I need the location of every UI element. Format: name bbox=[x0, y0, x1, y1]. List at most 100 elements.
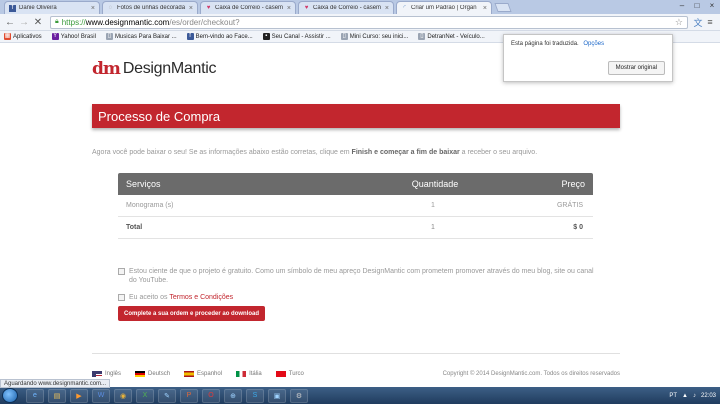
table-header: Serviços Quantidade Preço bbox=[118, 173, 593, 195]
designmantic-logo[interactable]: dm DesignMantic bbox=[92, 59, 217, 79]
tab-label: Caixa de Correio - casem bbox=[313, 5, 382, 11]
close-window-icon[interactable]: × bbox=[706, 1, 718, 10]
free-project-checkbox-row: Estou ciente de que o projeto é gratuito… bbox=[118, 267, 599, 285]
order-table: Serviços Quantidade Preço Monograma (s) … bbox=[118, 173, 593, 239]
fotos-icon: ◌ bbox=[108, 4, 113, 11]
ie-icon[interactable]: e bbox=[26, 388, 44, 403]
network-icon[interactable]: ⊕ bbox=[224, 388, 242, 403]
explorer-icon[interactable]: ▤ bbox=[48, 388, 66, 403]
excel-icon[interactable]: X bbox=[136, 388, 154, 403]
clock[interactable]: 22:03 bbox=[701, 393, 716, 399]
lang-deutsch[interactable]: Deutsch bbox=[135, 371, 170, 377]
word-icon[interactable]: W bbox=[92, 388, 110, 403]
bookmark-detran[interactable]: ▯ DetranNet - Veículo... bbox=[418, 33, 485, 40]
lang-italia[interactable]: Itália bbox=[236, 371, 262, 377]
tray-arrow-icon[interactable]: ▲ bbox=[682, 393, 688, 399]
browser-tab-active[interactable]: ◜ Criar um Padrão | Organ × bbox=[396, 1, 492, 14]
media-player-icon[interactable]: ▶ bbox=[70, 388, 88, 403]
bookmark-label: Yahoo! Brasil bbox=[60, 33, 96, 40]
language-indicator[interactable]: PT bbox=[669, 393, 677, 399]
bookmark-label: Bem-vindo ao Face... bbox=[195, 33, 253, 40]
lock-icon: 🔒︎ bbox=[55, 18, 59, 25]
address-bar[interactable]: 🔒︎ https://www.designmantic.com/es/order… bbox=[50, 15, 688, 29]
browser-tab-1[interactable]: f Danie Oliveira × bbox=[4, 1, 100, 14]
translate-options-link[interactable]: Opções bbox=[583, 41, 604, 47]
page-icon: ▯ bbox=[105, 33, 113, 40]
start-button[interactable] bbox=[2, 388, 18, 403]
lang-label: Inglês bbox=[105, 371, 122, 377]
free-project-checkbox[interactable] bbox=[118, 268, 125, 275]
close-icon[interactable]: × bbox=[385, 5, 389, 12]
browser-tab-2[interactable]: ◌ Fotos de unhas decorada × bbox=[102, 1, 198, 14]
close-icon[interactable]: × bbox=[91, 5, 95, 12]
browser-tab-3[interactable]: ♥ Caixa de Correio - casem × bbox=[200, 1, 296, 14]
bookmark-mini-curso[interactable]: ▯ Mini Curso: seu inici... bbox=[340, 33, 408, 40]
page-title-banner: Processo de Compra bbox=[92, 104, 620, 128]
us-flag-icon bbox=[92, 371, 102, 377]
translate-icon[interactable]: 文 bbox=[692, 16, 704, 29]
terms-link[interactable]: Termos e Condições bbox=[169, 294, 233, 301]
language-selector: Inglês Deutsch Espanhol Itália Turco bbox=[92, 371, 318, 377]
bookmark-musicas[interactable]: ▯ Musicas Para Baixar ... bbox=[105, 33, 177, 40]
opera-icon[interactable]: O bbox=[202, 388, 220, 403]
header-price: Preço bbox=[561, 179, 585, 189]
url-scheme: https:// bbox=[61, 17, 86, 27]
tab-label: Criar um Padrão | Organ bbox=[411, 5, 477, 11]
tr-flag-icon bbox=[275, 371, 286, 377]
close-icon[interactable]: × bbox=[287, 5, 291, 12]
heart-icon: ♥ bbox=[206, 4, 211, 11]
bookmark-facebook[interactable]: f Bem-vindo ao Face... bbox=[186, 33, 253, 40]
browser-tab-4[interactable]: ♥ Caixa de Correio - casem × bbox=[298, 1, 394, 14]
browser-toolbar: ← → ✕ 🔒︎ https://www.designmantic.com/es… bbox=[0, 14, 720, 31]
bookmark-label: Aplicativos bbox=[13, 33, 42, 40]
total-price: $ 0 bbox=[573, 224, 583, 231]
page-icon: ▯ bbox=[340, 33, 348, 40]
bookmark-label: DetranNet - Veículo... bbox=[427, 33, 485, 40]
volume-icon[interactable]: ♪ bbox=[693, 393, 696, 399]
tab-label: Danie Oliveira bbox=[19, 5, 57, 11]
skype-icon[interactable]: S bbox=[246, 388, 264, 403]
agreement-checks: Estou ciente de que o projeto é gratuito… bbox=[118, 267, 599, 310]
close-icon[interactable]: × bbox=[189, 5, 193, 12]
show-original-button[interactable]: Mostrar original bbox=[607, 61, 665, 75]
menu-icon[interactable]: ≡ bbox=[704, 17, 716, 27]
total-label: Total bbox=[126, 224, 143, 231]
intro-post: a receber o seu arquivo. bbox=[459, 149, 538, 156]
close-icon[interactable]: × bbox=[483, 5, 487, 12]
new-tab-button[interactable] bbox=[494, 3, 512, 12]
minimize-icon[interactable]: – bbox=[676, 1, 688, 10]
maximize-icon[interactable]: □ bbox=[691, 1, 703, 10]
settings-icon[interactable]: ⚙ bbox=[290, 388, 308, 403]
page-title: Processo de Compra bbox=[98, 108, 221, 124]
es-flag-icon bbox=[184, 371, 195, 377]
lang-label: Espanhol bbox=[197, 371, 223, 377]
powerpoint-icon[interactable]: P bbox=[180, 388, 198, 403]
row-qty: 1 bbox=[431, 202, 435, 209]
heart-icon: ♥ bbox=[304, 4, 309, 11]
loading-icon: ◜ bbox=[403, 4, 406, 11]
lang-turco[interactable]: Turco bbox=[275, 371, 304, 377]
forward-icon[interactable]: → bbox=[18, 17, 30, 28]
free-project-label: Estou ciente de que o projeto é gratuito… bbox=[129, 268, 594, 284]
back-icon[interactable]: ← bbox=[4, 17, 16, 28]
lang-english[interactable]: Inglês bbox=[92, 371, 121, 377]
terms-label: Eu aceito os Termos e Condições bbox=[129, 293, 599, 302]
window-controls: – □ × bbox=[676, 1, 718, 10]
stop-icon[interactable]: ✕ bbox=[32, 17, 44, 28]
terms-checkbox[interactable] bbox=[118, 294, 125, 301]
browser-tab-strip: f Danie Oliveira × ◌ Fotos de unhas deco… bbox=[0, 0, 720, 14]
chrome-icon[interactable]: ◉ bbox=[114, 388, 132, 403]
total-qty: 1 bbox=[431, 224, 435, 231]
lang-espanhol[interactable]: Espanhol bbox=[184, 371, 222, 377]
star-icon[interactable]: ☆ bbox=[675, 17, 683, 28]
bookmark-yahoo[interactable]: Y Yahoo! Brasil bbox=[51, 33, 96, 40]
complete-order-button[interactable]: Complete a sua ordem e proceder ao downl… bbox=[118, 306, 266, 321]
lang-label: Itália bbox=[249, 371, 262, 377]
bookmark-seu-canal[interactable]: ▪ Seu Canal - Assistir ... bbox=[262, 33, 331, 40]
copyright-text: Copyright © 2014 DesignMantic.com. Todos… bbox=[442, 371, 620, 377]
pictures-icon[interactable]: ▣ bbox=[268, 388, 286, 403]
header-services: Serviços bbox=[126, 179, 161, 189]
bookmark-apps[interactable]: ▦ Aplicativos bbox=[4, 33, 42, 40]
paint-icon[interactable]: ✎ bbox=[158, 388, 176, 403]
url-path: /es/order/checkout? bbox=[169, 17, 240, 27]
